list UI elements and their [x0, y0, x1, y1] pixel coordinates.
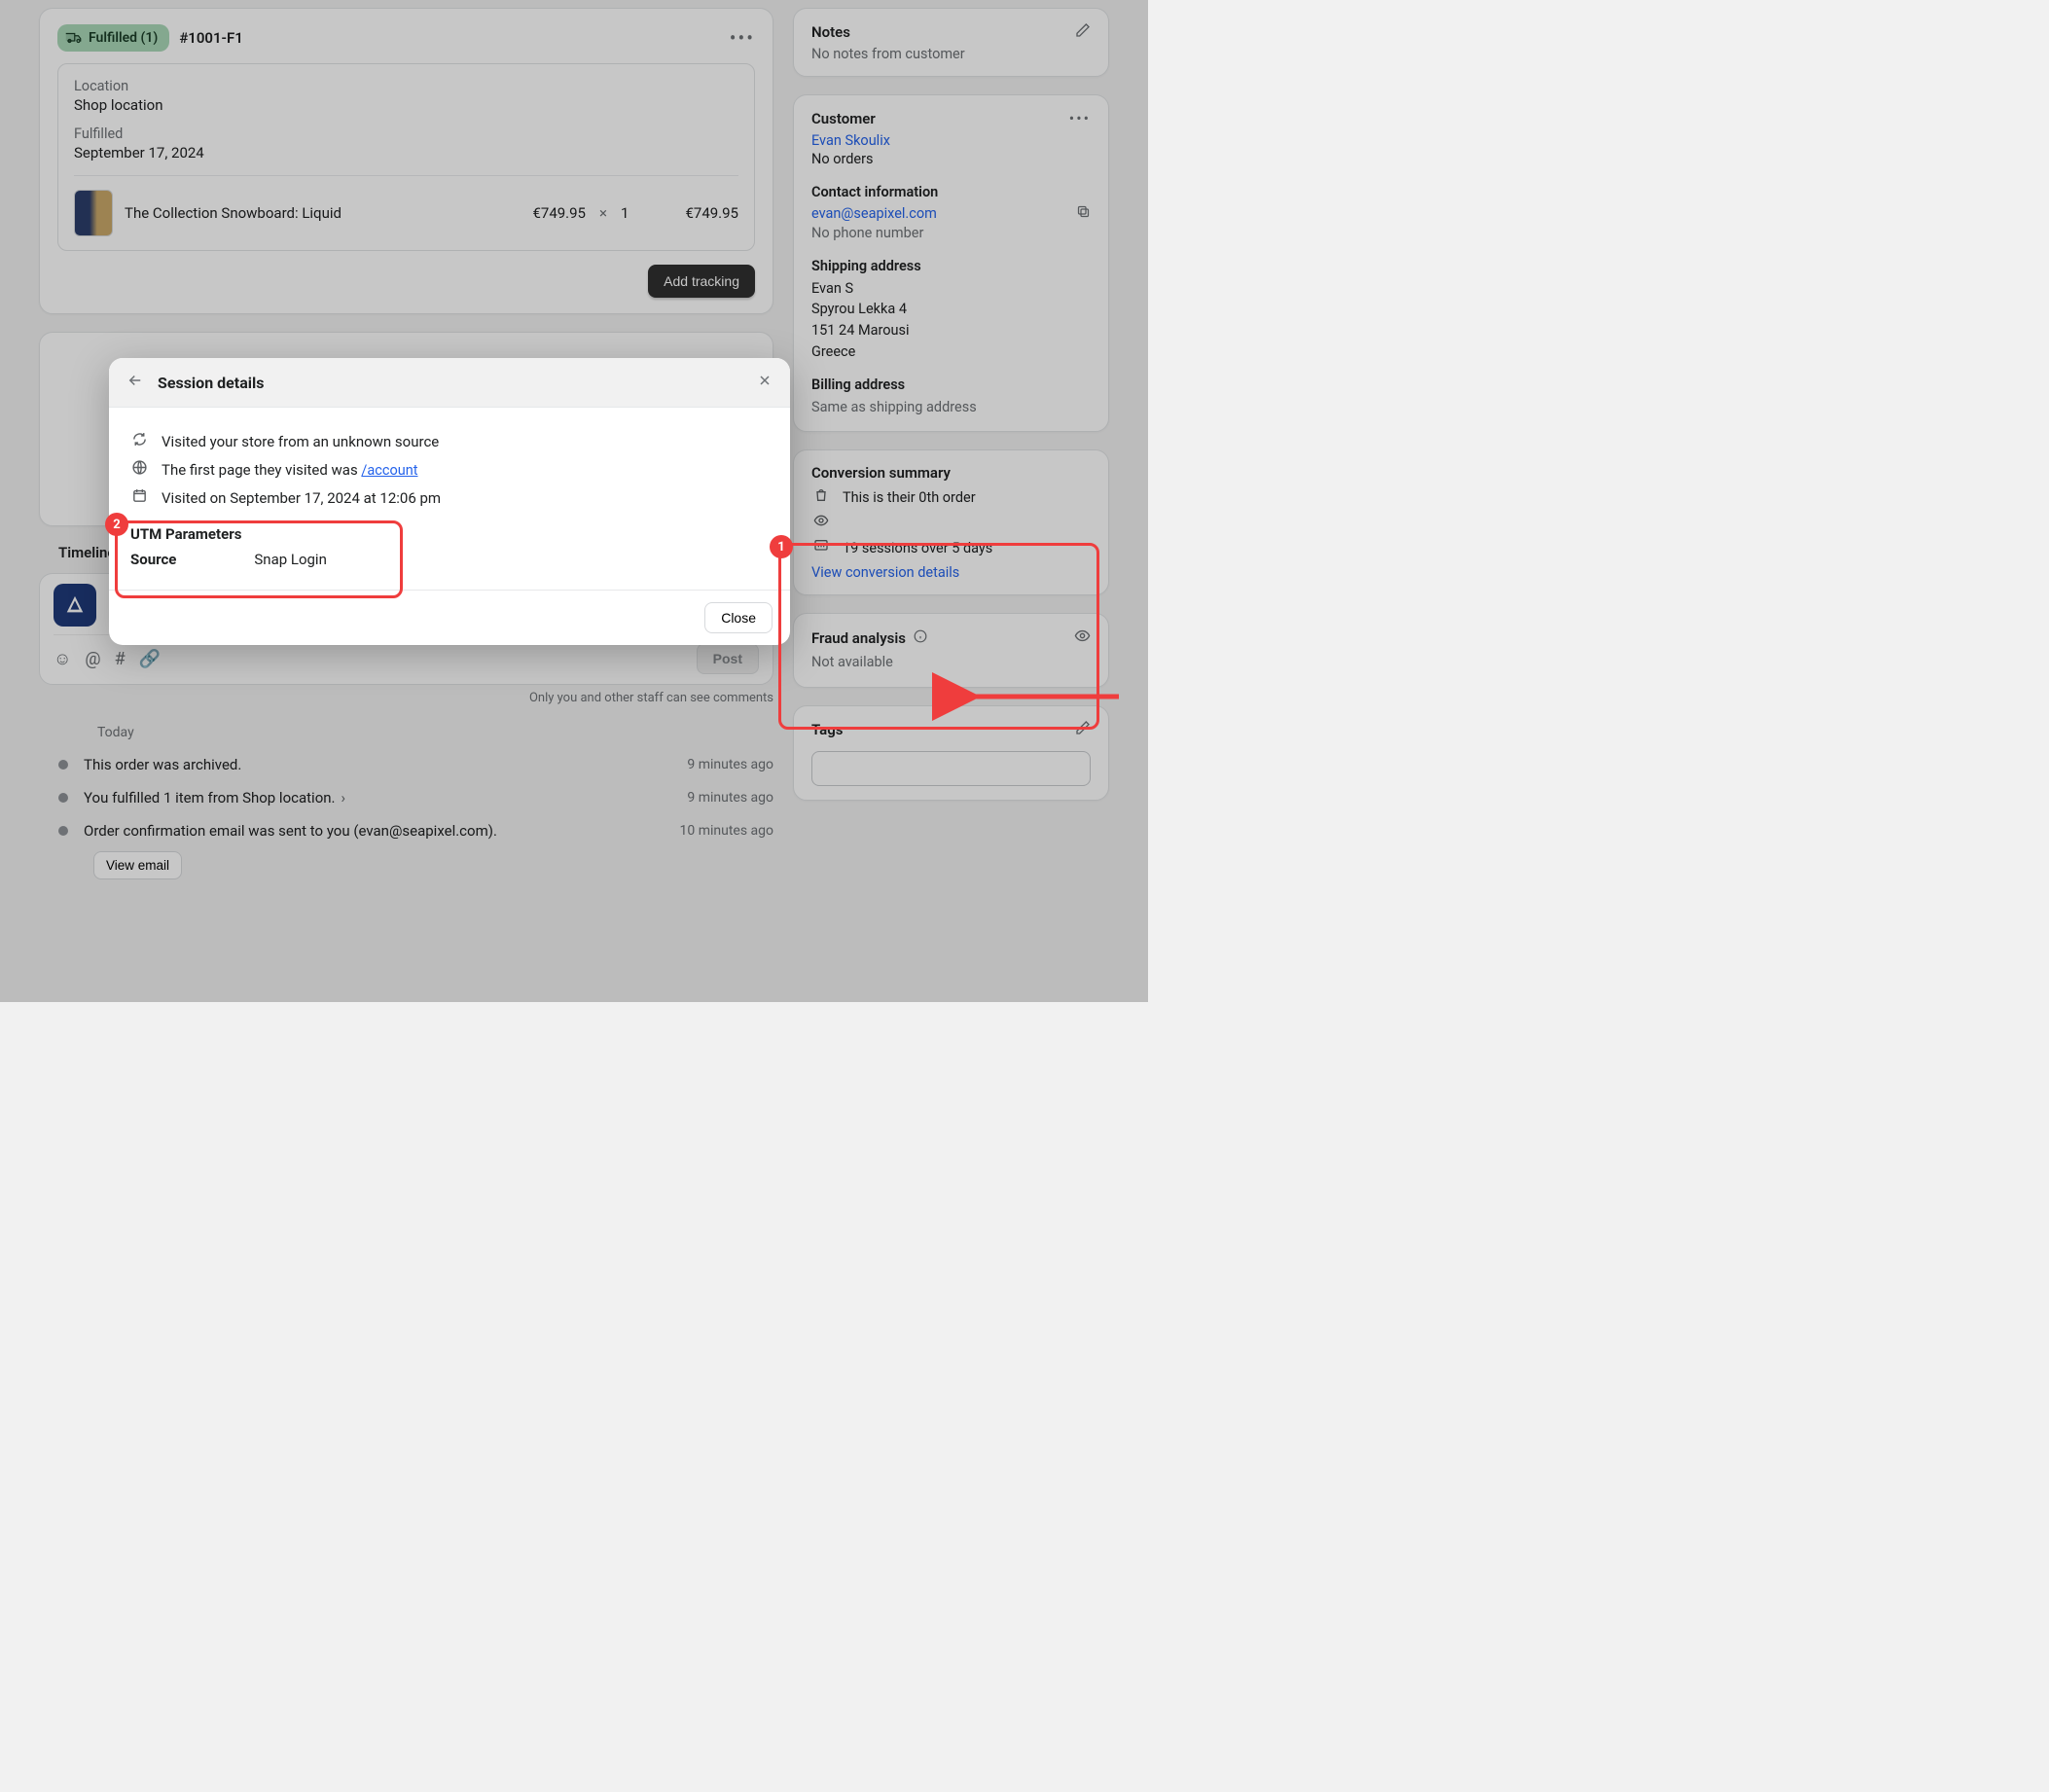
- modal-title: Session details: [158, 374, 743, 392]
- annotation-badge-2: 2: [105, 513, 128, 536]
- annotation-badge-1: 1: [770, 535, 793, 558]
- utm-parameters-box: UTM Parameters Source Snap Login: [130, 521, 769, 574]
- back-icon[interactable]: [126, 372, 144, 393]
- utm-source-value: Snap Login: [254, 551, 326, 568]
- utm-source-key: Source: [130, 551, 176, 568]
- close-icon[interactable]: [757, 373, 773, 393]
- close-button[interactable]: Close: [704, 602, 773, 633]
- utm-heading: UTM Parameters: [130, 525, 769, 543]
- first-page-line: The first page they visited was /account: [162, 461, 418, 479]
- referral-icon: [130, 431, 148, 451]
- globe-icon: [130, 459, 148, 480]
- source-line: Visited your store from an unknown sourc…: [162, 433, 439, 450]
- session-details-modal: Session details Visited your store from …: [109, 358, 790, 645]
- first-page-link[interactable]: /account: [361, 462, 417, 479]
- visited-on-line: Visited on September 17, 2024 at 12:06 p…: [162, 489, 441, 507]
- calendar-icon: [130, 487, 148, 508]
